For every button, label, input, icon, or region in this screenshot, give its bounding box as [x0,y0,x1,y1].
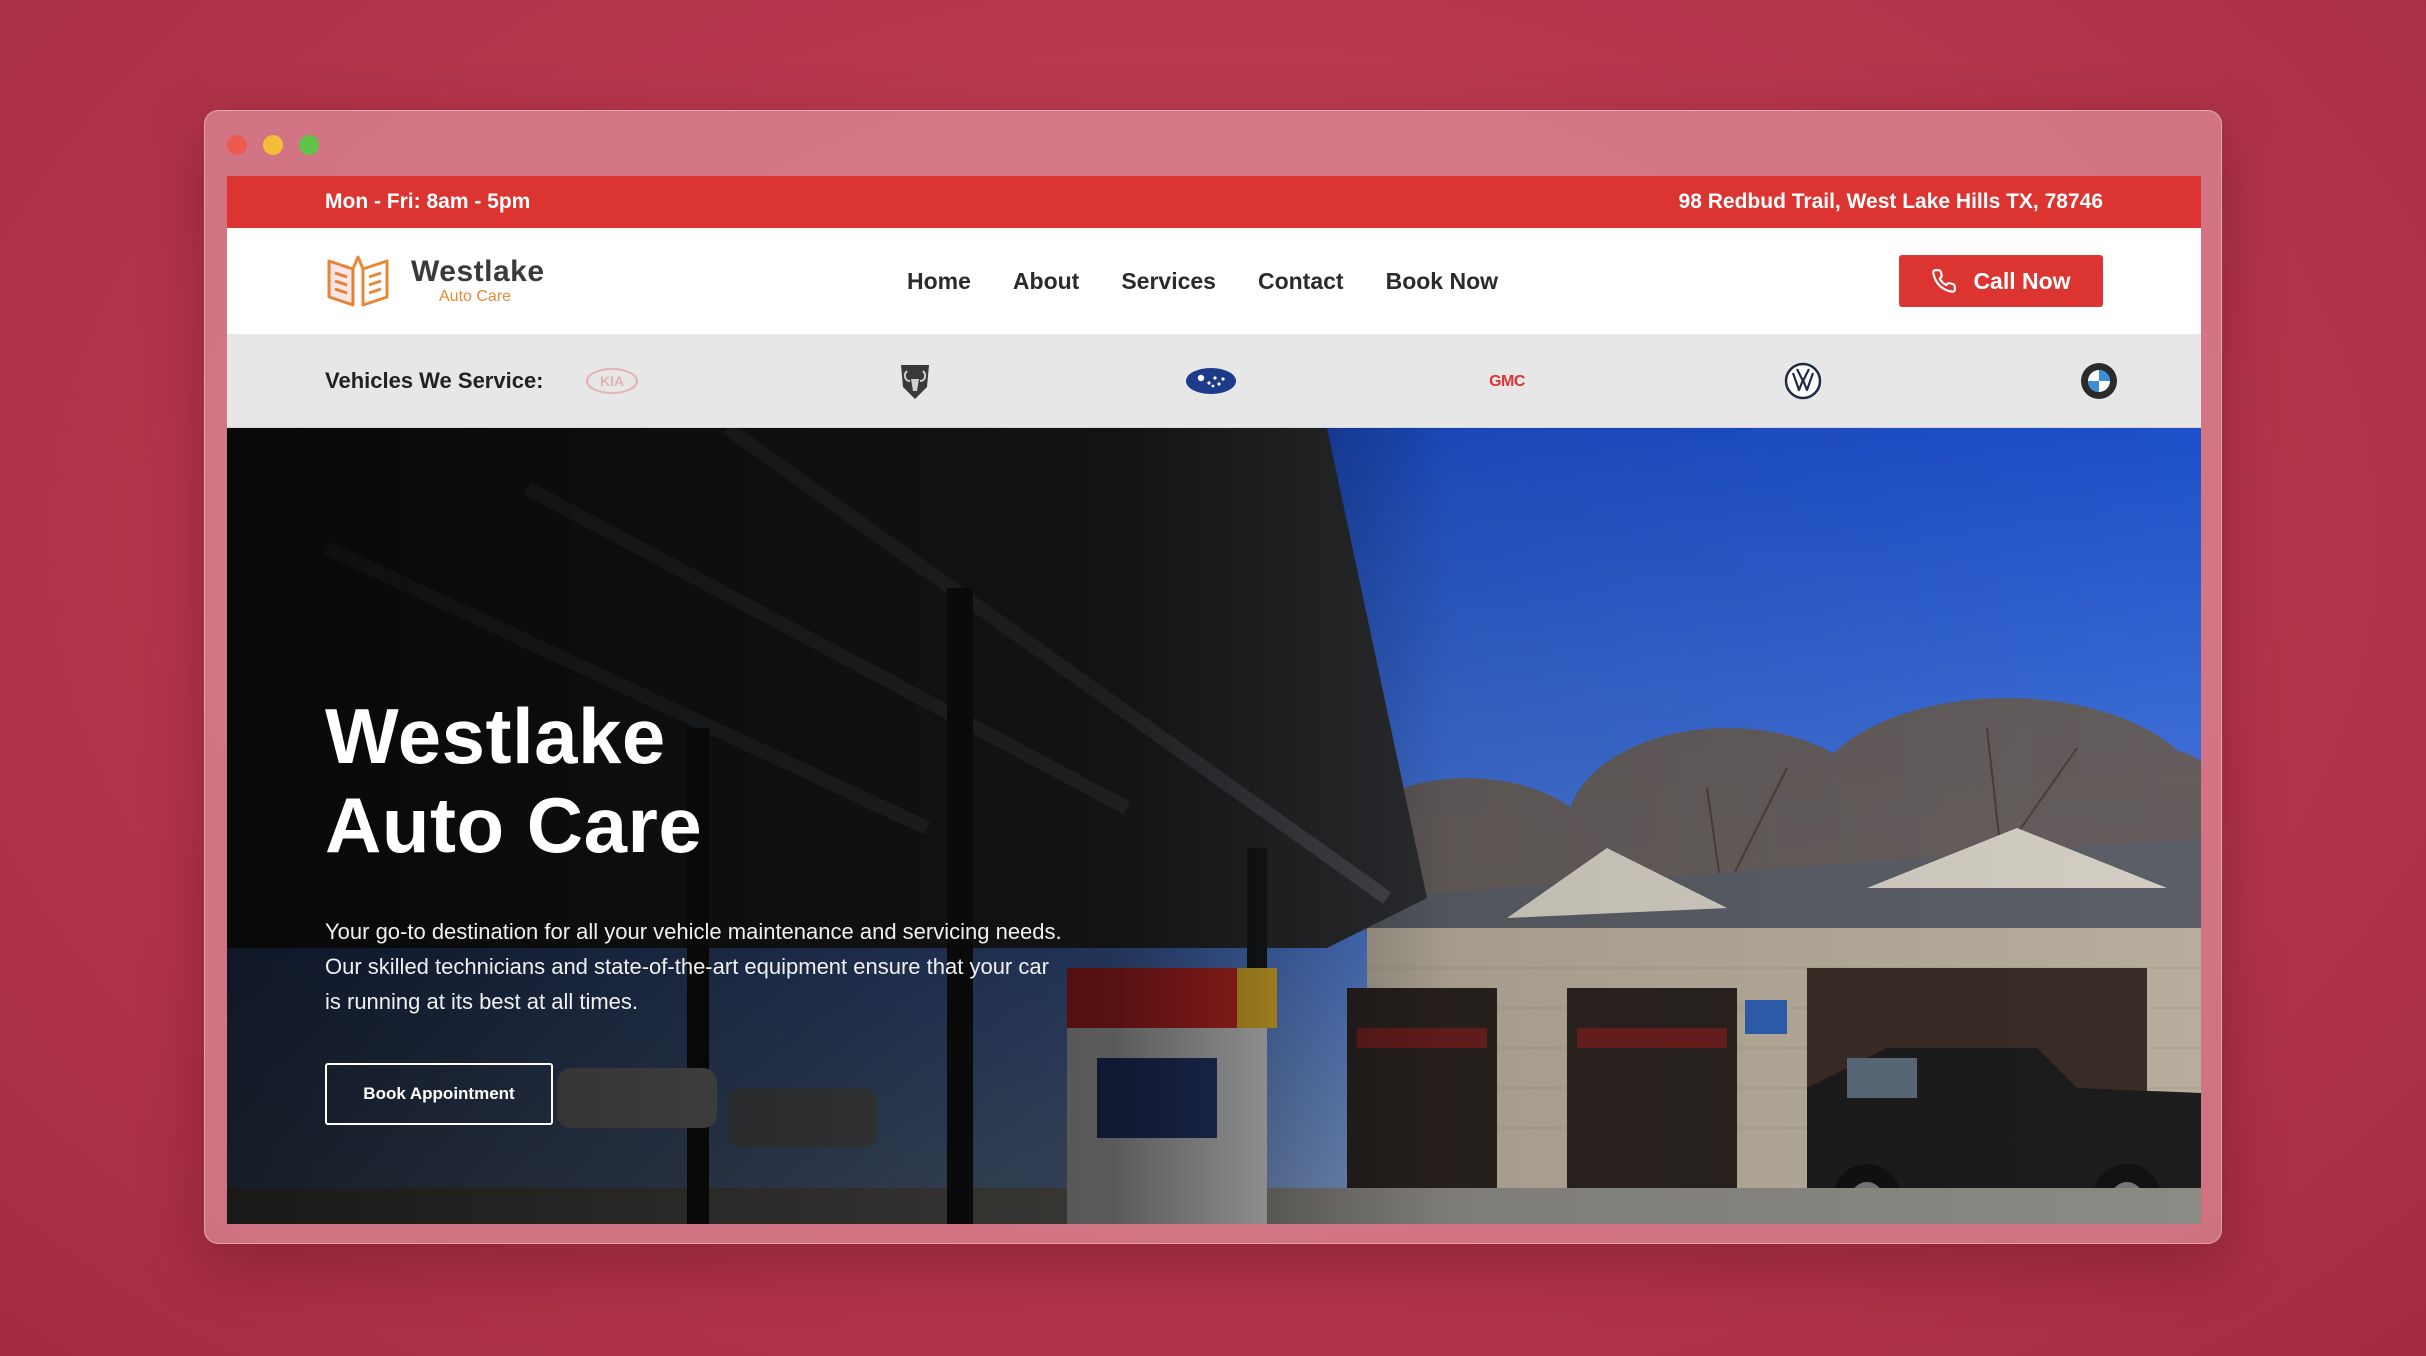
call-now-button[interactable]: Call Now [1899,255,2103,307]
subaru-logo [1185,366,1237,396]
book-appointment-button[interactable]: Book Appointment [325,1063,553,1126]
close-window-button[interactable] [227,135,247,155]
hero-title-line1: Westlake [325,692,666,780]
main-navbar: Westlake Auto Care Home About Services C… [227,228,2201,334]
business-hours: Mon - Fri: 8am - 5pm [325,190,531,213]
volkswagen-logo [1784,362,1822,400]
top-info-bar: Mon - Fri: 8am - 5pm 98 Redbud Trail, We… [227,176,2201,228]
svg-text:GMC: GMC [1489,373,1526,390]
hero-title-line2: Auto Care [325,780,703,869]
hero-title: Westlake Auto Care [325,692,1065,870]
primary-nav: Home About Services Contact Book Now [907,268,1498,295]
nav-home[interactable]: Home [907,268,971,295]
site-logo[interactable]: Westlake Auto Care [325,253,545,309]
maximize-window-button[interactable] [299,135,319,155]
nav-book-now[interactable]: Book Now [1386,268,1498,295]
book-logo-icon [327,255,389,307]
logo-tagline: Auto Care [439,288,512,305]
logo-name: Westlake [411,255,545,288]
website: Mon - Fri: 8am - 5pm 98 Redbud Trail, We… [227,176,2201,1224]
hero-section: Westlake Auto Care Your go-to destinatio… [227,428,2201,1224]
ram-logo [897,361,933,401]
gmc-logo: GMC [1477,369,1537,393]
browser-window: Mon - Fri: 8am - 5pm 98 Redbud Trail, We… [204,110,2222,1244]
nav-services[interactable]: Services [1121,268,1216,295]
phone-icon [1932,269,1957,293]
minimize-window-button[interactable] [263,135,283,155]
bmw-logo [2079,361,2119,401]
window-controls [227,135,319,155]
call-now-label: Call Now [1973,267,2071,294]
nav-about[interactable]: About [1013,268,1079,295]
business-address: 98 Redbud Trail, West Lake Hills TX, 787… [1678,190,2103,213]
nav-contact[interactable]: Contact [1258,268,1344,295]
hero-content: Westlake Auto Care Your go-to destinatio… [325,692,1065,1126]
svg-text:KIA: KIA [600,373,624,389]
brands-title: Vehicles We Service: [325,367,544,393]
kia-logo: KIA [585,367,639,395]
vehicles-we-service-strip: Vehicles We Service: KIA GMC [227,334,2201,428]
hero-description: Your go-to destination for all your vehi… [325,918,1062,1015]
